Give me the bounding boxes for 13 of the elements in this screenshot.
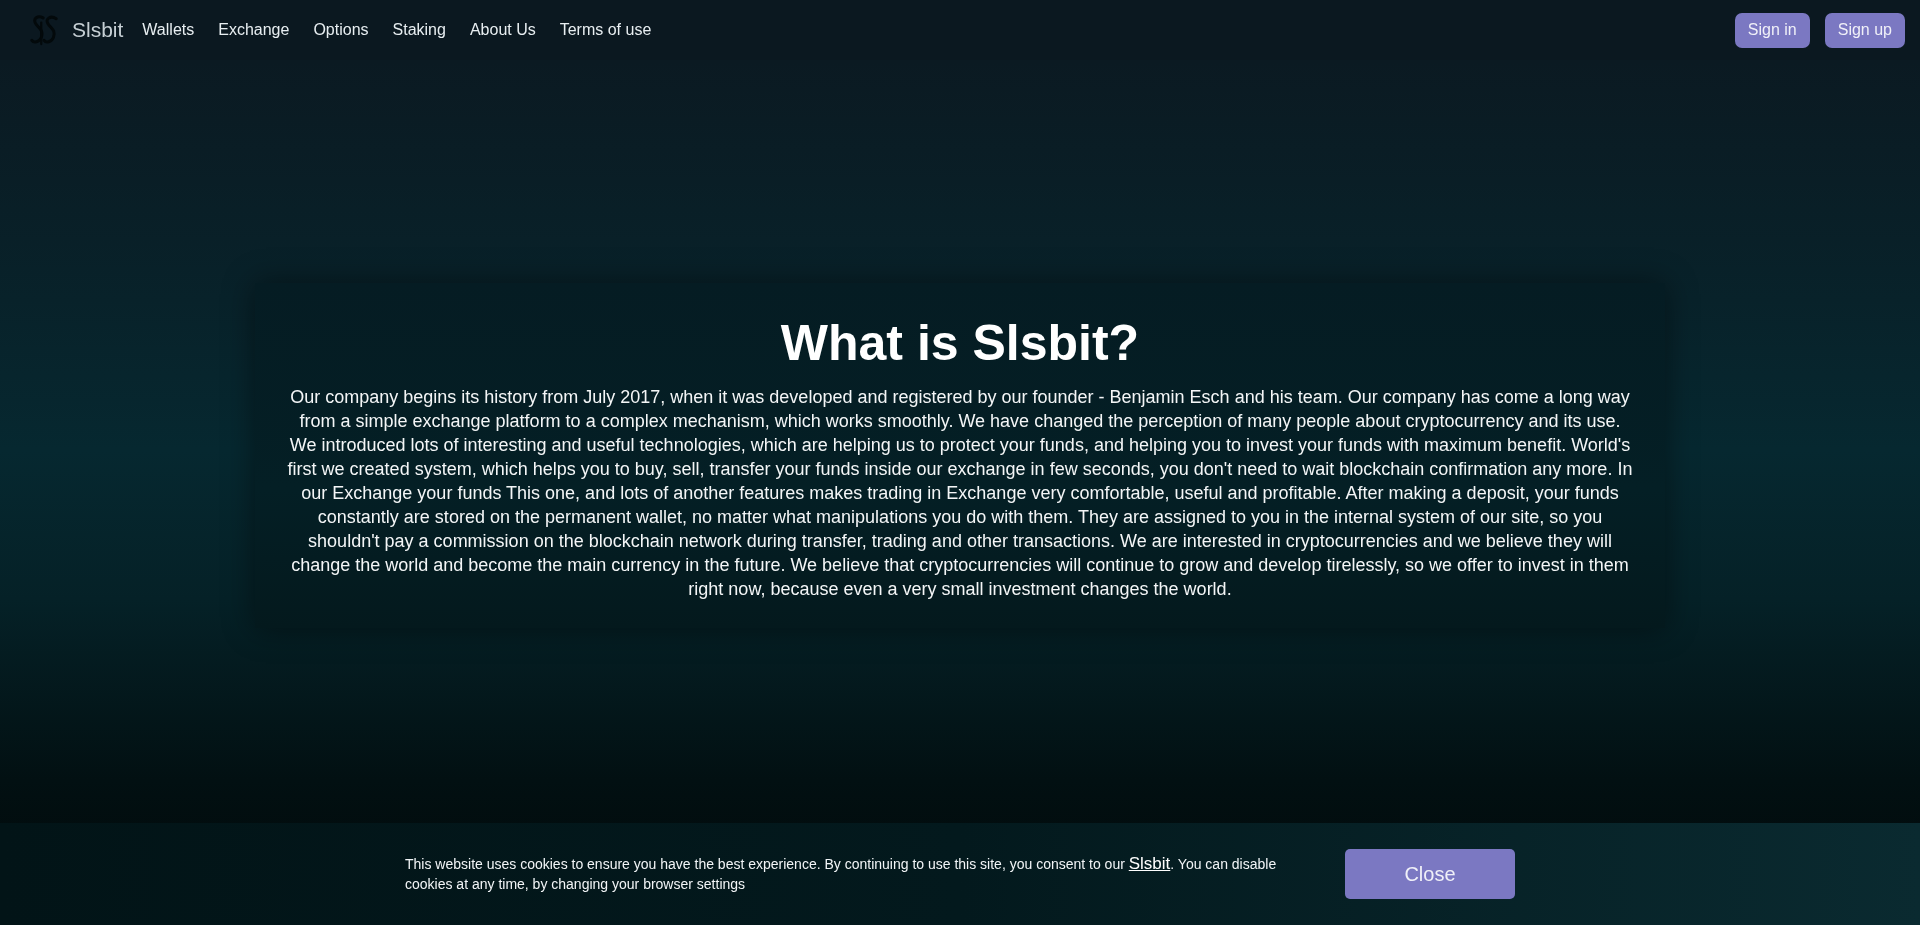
brand-link[interactable]: Slsbit xyxy=(72,18,124,42)
about-paragraph: Our company begins its history from July 2017, when it was developed and registered by our founder - Benjamin Esch and his team. Our company has come a long way from a simple exchange platform to a complex mechanism, which works smoothly. We have changed the perception of many people about cryptocurrency and its use. We introduced lots of interesting and useful technologies, which are helping us to protect your funds, and helping you to invest your funds with maximum benefit. World's first we created system, which helps you to buy, sell, transfer your funds inside our exchange in few seconds, you don't need to wait blockchain confirmation any more. In our Exchange your funds This one, and lots of another features makes trading in Exchange very comfortable, useful and profitable. After making a deposit, your funds constantly are stored on the permanent wallet, no matter what manipulations you do with them. They are assigned to you in the internal system of our site, so you shouldn't pay a commission on the blockchain network during transfer, trading and other transactions. We are interested in cryptocurrencies and we believe they will change the world and become the main currency in the future. We believe that cryptocurrencies will continue to grow and develop tirelessly, so we offer to invest in them right now, because even a very small investment changes the world. xyxy=(287,386,1633,601)
nav-link[interactable]: Options xyxy=(301,21,381,39)
about-title: What is Slsbit? xyxy=(779,314,1141,373)
cookie-notice-text: This website uses cookies to ensure you have the best experience. By continuing to use this site, you consent to our Slsbit. You can disable cookies at any time, by changing your browser settings xyxy=(405,854,1278,894)
nav-link[interactable]: About Us xyxy=(457,21,548,39)
nav-link[interactable]: Wallets xyxy=(130,21,207,39)
sign-in-button[interactable]: Sign in xyxy=(1734,12,1810,48)
nav-link[interactable]: Terms of use xyxy=(547,21,664,39)
nav-link[interactable]: Exchange xyxy=(206,21,302,39)
nav-link[interactable]: Staking xyxy=(380,21,458,39)
close-button[interactable]: Close xyxy=(1345,849,1515,899)
sign-up-button[interactable]: Sign up xyxy=(1824,12,1905,48)
